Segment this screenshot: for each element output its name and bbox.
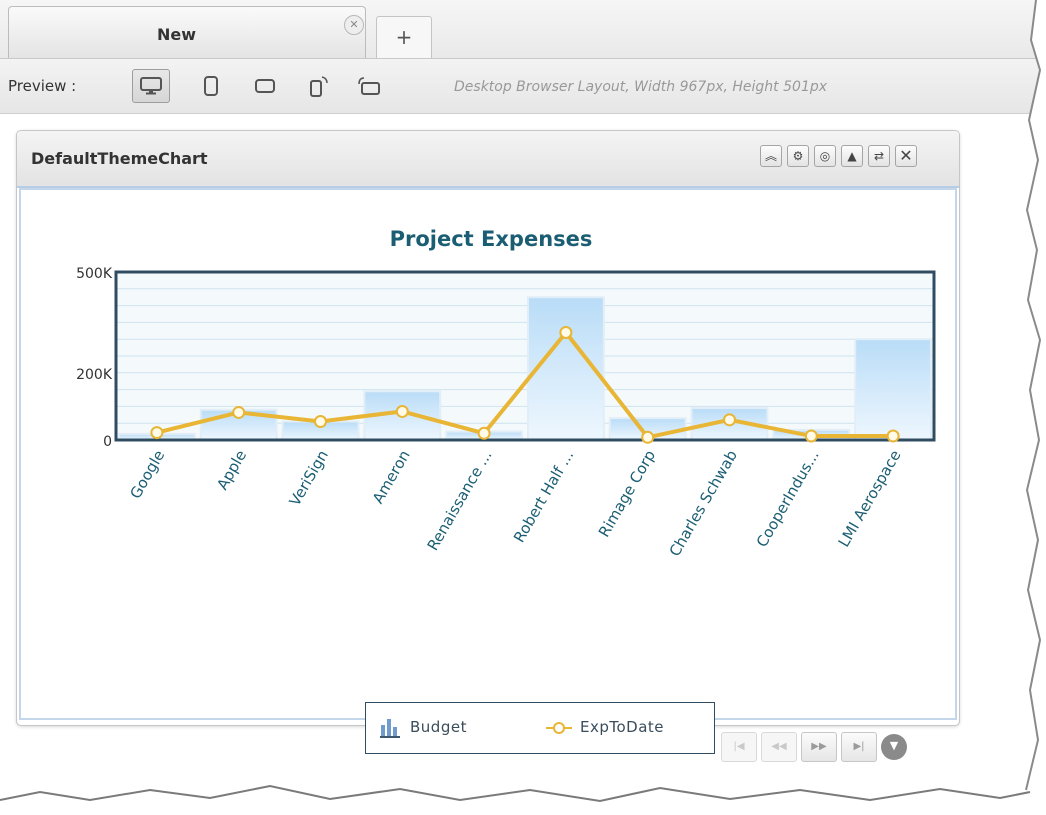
tab-strip: New ✕ + [0, 0, 1046, 59]
category-label: Google [126, 447, 168, 502]
pager-last-button[interactable]: ▶| [841, 732, 877, 762]
preview-toolbar: Preview : Desktop Browser Layout, Width … [0, 59, 1046, 114]
point-exptodate [150, 426, 164, 440]
pager-prev-button[interactable]: ◀◀ [761, 732, 797, 762]
category-label: Ameron [369, 447, 414, 507]
refresh-icon[interactable]: ⇄ [868, 145, 890, 167]
point-exptodate [232, 405, 246, 419]
close-icon[interactable]: ✕ [344, 15, 364, 35]
category-label: Renaissance ... [424, 447, 496, 554]
line-series-icon [546, 722, 572, 734]
desktop-preview-button[interactable] [132, 69, 170, 103]
y-tick-label: 500K [76, 266, 113, 282]
phone-landscape-preview-button[interactable] [350, 69, 388, 103]
chart-legend: Budget ExpToDate [365, 702, 715, 754]
category-label: CooperIndus... [753, 447, 823, 550]
layout-description: Desktop Browser Layout, Width 967px, Hei… [454, 79, 828, 95]
category-label: Robert Half ... [510, 447, 577, 546]
point-exptodate [314, 415, 327, 429]
collapse-icon[interactable]: ︽ [760, 145, 782, 167]
category-label: Charles Schwab [666, 447, 741, 560]
legend-budget: Budget [410, 718, 467, 736]
point-exptodate [804, 429, 818, 443]
add-tab-button[interactable]: + [376, 16, 432, 58]
widget-header: DefaultThemeChart ︽ ⚙ ◎ ▲ ⇄ ✕ [17, 131, 959, 188]
point-exptodate [559, 325, 573, 339]
chart-title: Project Expenses [390, 227, 593, 251]
y-tick-label: 200K [76, 367, 113, 383]
pager-next-button[interactable]: ▶▶ [801, 732, 837, 762]
legend-exptodate: ExpToDate [580, 718, 665, 736]
bar-series-icon [380, 719, 400, 738]
close-icon[interactable]: ✕ [895, 145, 917, 167]
tab-new[interactable]: New ✕ [8, 6, 366, 58]
theme-icon[interactable]: ◎ [814, 145, 836, 167]
tab-label: New [157, 25, 197, 44]
tablet-landscape-icon [255, 79, 275, 93]
y-tick-label: 0 [103, 434, 112, 450]
pager-first-button[interactable]: |◀ [721, 732, 757, 762]
widget-title: DefaultThemeChart [31, 149, 208, 168]
category-label: Apple [213, 447, 250, 493]
tablet-portrait-preview-button[interactable] [192, 69, 230, 103]
chart-widget: DefaultThemeChart ︽ ⚙ ◎ ▲ ⇄ ✕ Project Ex… [16, 130, 960, 762]
project-expenses-chart: Project Expenses 0 200K 500K Google Apple Ver… [76, 227, 936, 560]
preview-label: Preview : [8, 77, 77, 95]
desktop-icon [140, 77, 162, 95]
point-exptodate [641, 430, 655, 444]
point-exptodate [723, 413, 736, 427]
plot-area: 0 200K 500K Google Apple VeriSign Ameron Renais… [76, 266, 936, 560]
phone-landscape-rotate-icon [358, 77, 380, 95]
settings-icon[interactable]: ⚙ [787, 145, 809, 167]
category-label: VeriSign [286, 447, 332, 509]
pager-menu-button[interactable]: ▼ [881, 734, 907, 760]
phone-rotate-icon [310, 76, 328, 97]
phone-portrait-preview-button[interactable] [300, 69, 338, 103]
point-exptodate [477, 426, 491, 440]
point-exptodate [395, 404, 409, 418]
tablet-landscape-preview-button[interactable] [246, 69, 284, 103]
category-label: Rimage Corp [595, 447, 659, 540]
category-label: LMI Aerospace [835, 447, 905, 550]
tablet-portrait-icon [204, 76, 218, 96]
point-exptodate [886, 429, 900, 443]
chart-type-icon[interactable]: ▲ [841, 145, 863, 167]
bar-budget [854, 338, 933, 441]
chart-area: Project Expenses 0 200K 500K Google Apple Ver… [19, 188, 957, 762]
